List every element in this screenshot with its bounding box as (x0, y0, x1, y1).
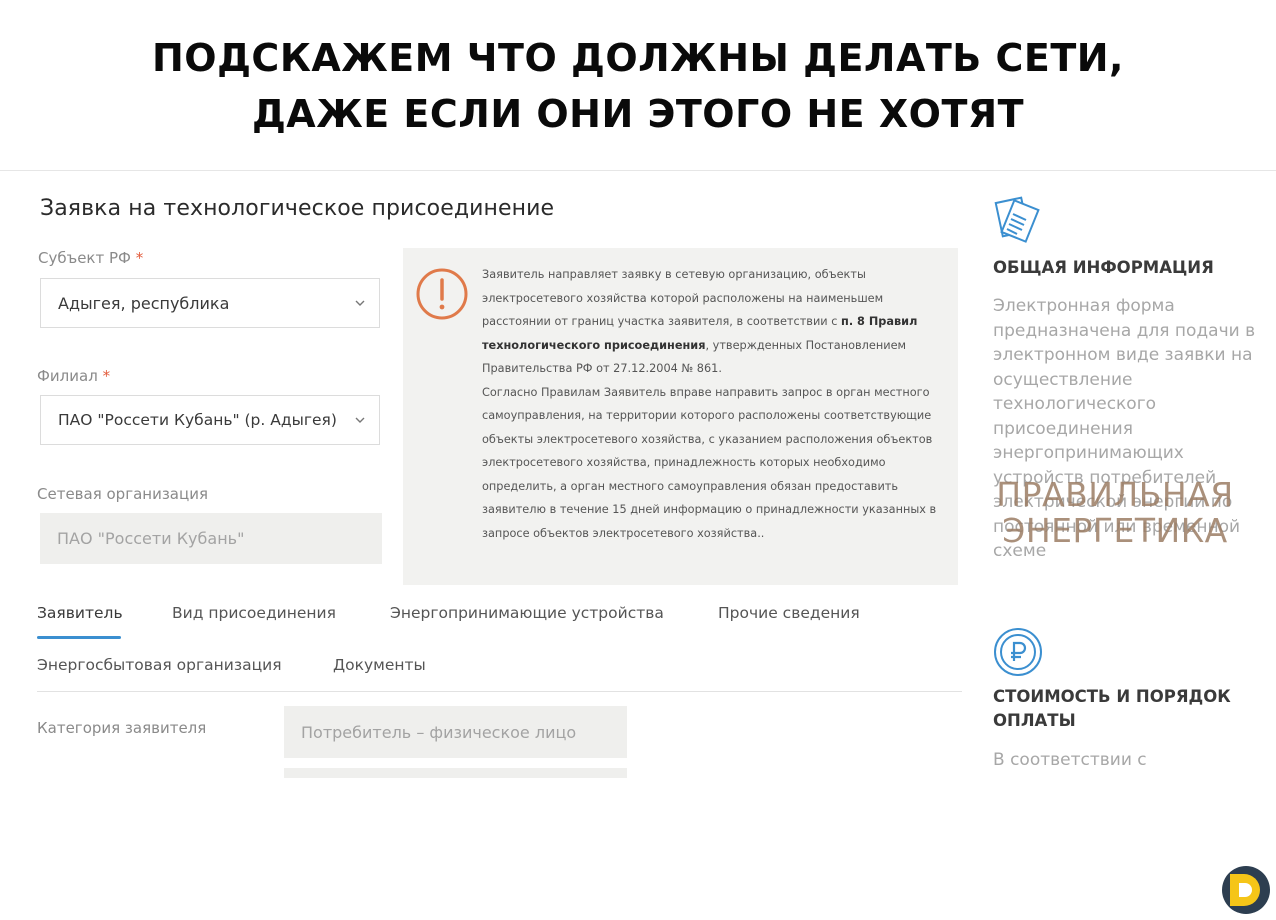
chevron-down-icon (355, 300, 365, 306)
required-mark: * (135, 249, 144, 267)
category-label: Категория заявителя (37, 719, 207, 737)
branch-label: Филиал * (37, 367, 111, 385)
branch-select[interactable]: ПАО "Россети Кубань" (р. Адыгея) (40, 395, 380, 445)
headline-line-1: ПОДСКАЖЕМ ЧТО ДОЛЖНЫ ДЕЛАТЬ СЕТИ, (151, 36, 1124, 80)
tab-connection-type[interactable]: Вид присоединения (172, 604, 336, 622)
brand-logo (1222, 866, 1270, 914)
tab-energy-sales-org[interactable]: Энергосбытовая организация (37, 656, 282, 674)
network-org-field: ПАО "Россети Кубань" (40, 513, 382, 564)
tab-documents[interactable]: Документы (333, 656, 426, 674)
exclamation-circle-icon (416, 268, 468, 320)
cost-text: В соответствии с (993, 750, 1147, 770)
branch-select-value: ПАО "Россети Кубань" (р. Адыгея) (58, 411, 337, 429)
notice-text: Заявитель направляет заявку в сетевую ор… (482, 268, 937, 540)
subject-label: Субъект РФ * (38, 249, 144, 267)
page-headline: ПОДСКАЖЕМ ЧТО ДОЛЖНЫ ДЕЛАТЬ СЕТИ, ДАЖЕ Е… (0, 30, 1276, 142)
info-notice: Заявитель направляет заявку в сетевую ор… (403, 248, 958, 585)
form-tabs: Заявитель Вид присоединения Энергоприним… (37, 595, 962, 695)
watermark: ПРАВИЛЬНАЯ ЭНЕРГЕТИКА (996, 475, 1234, 550)
documents-icon (994, 196, 1040, 243)
tab-power-devices[interactable]: Энергопринимающие устройства (390, 604, 664, 622)
tab-other-info[interactable]: Прочие сведения (718, 604, 860, 622)
general-info-heading: ОБЩАЯ ИНФОРМАЦИЯ (993, 258, 1214, 277)
category-field: Потребитель – физическое лицо (284, 706, 627, 758)
application-form-screenshot: Заявка на технологическое присоединение … (0, 171, 1276, 781)
tabs-divider (37, 691, 962, 692)
form-title: Заявка на технологическое присоединение (40, 196, 555, 221)
category-value: Потребитель – физическое лицо (301, 722, 577, 742)
network-org-value: ПАО "Россети Кубань" (57, 529, 245, 548)
notice-paragraph-2: Согласно Правилам Заявитель вправе напра… (482, 385, 937, 540)
cost-heading: СТОИМОСТЬ И ПОРЯДОК ОПЛАТЫ (993, 687, 1231, 730)
subject-select-value: Адыгея, республика (58, 293, 230, 313)
ruble-icon (994, 628, 1042, 676)
tab-applicant[interactable]: Заявитель (37, 604, 123, 622)
required-mark: * (102, 367, 111, 385)
chevron-down-icon (355, 417, 365, 423)
network-org-label: Сетевая организация (37, 485, 208, 503)
headline-line-2: ДАЖЕ ЕСЛИ ОНИ ЭТОГО НЕ ХОТЯТ (251, 92, 1025, 136)
active-tab-indicator (37, 636, 121, 639)
next-field-cropped (284, 768, 627, 778)
subject-select[interactable]: Адыгея, республика (40, 278, 380, 328)
